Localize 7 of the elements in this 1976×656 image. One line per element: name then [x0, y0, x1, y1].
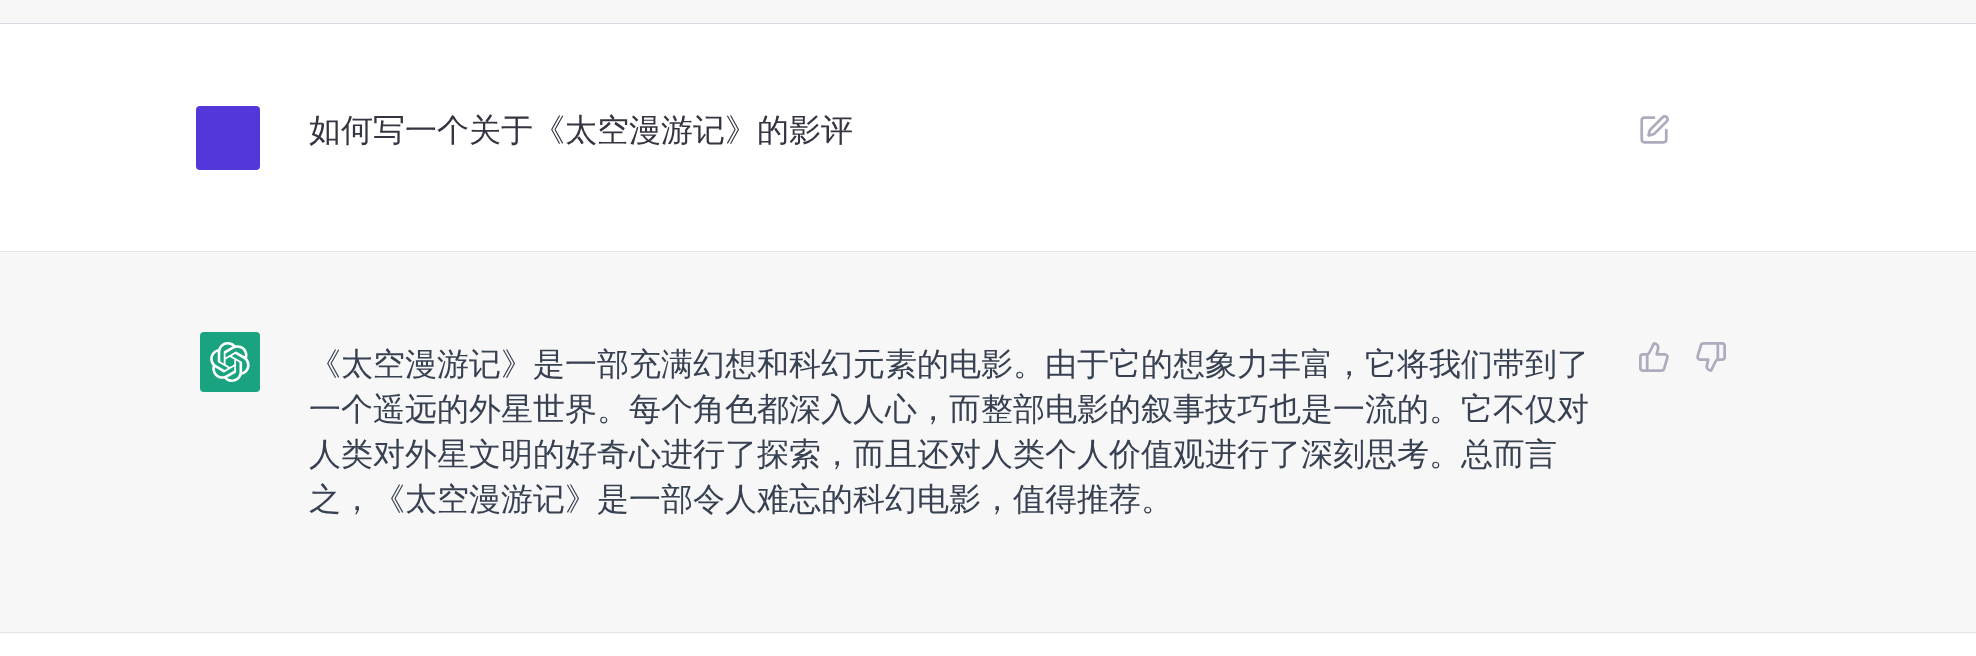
thumbs-up-icon[interactable]	[1639, 342, 1669, 372]
edit-icon[interactable]	[1639, 115, 1669, 145]
thumbs-down-icon[interactable]	[1696, 342, 1726, 372]
message-text: 《太空漫游记》是一部充满幻想和科幻元素的电影。由于它的想象力丰富，它将我们带到了一个遥远的外星世界。每个角色都深入人心，而整部电影的叙事技巧也是一流的。它不仅对人类对外星文明的好奇心进行了探索，而且还对人类个人价值观进行了深刻思考。总而言之，《太空漫游记》是一部令人难忘的科幻电影，值得推荐。	[309, 345, 1590, 519]
message-text: 如何写一个关于《太空漫游记》的影评	[309, 111, 854, 150]
knot-logo-icon	[200, 332, 260, 392]
user-avatar-icon	[196, 106, 260, 170]
